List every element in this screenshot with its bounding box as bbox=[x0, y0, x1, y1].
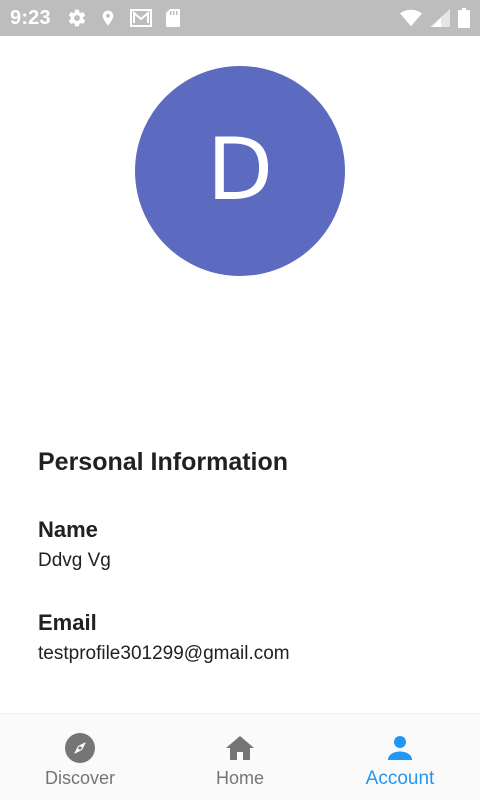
email-value: testprofile301299@gmail.com bbox=[38, 643, 290, 664]
gmail-icon bbox=[129, 8, 153, 28]
nav-label-home: Home bbox=[215, 768, 264, 788]
name-value: Ddvg Vg bbox=[38, 550, 111, 571]
nav-item-discover[interactable]: Discover bbox=[0, 714, 160, 800]
avatar[interactable]: D bbox=[135, 66, 345, 276]
person-icon bbox=[384, 732, 416, 764]
sd-card-icon bbox=[165, 8, 181, 28]
cell-signal-icon bbox=[430, 9, 450, 27]
status-right-icons bbox=[400, 8, 470, 28]
avatar-initial: D bbox=[206, 120, 274, 220]
nav-label-discover: Discover bbox=[44, 768, 115, 788]
location-icon bbox=[99, 8, 117, 28]
home-icon bbox=[224, 732, 256, 764]
name-label: Name bbox=[38, 517, 98, 542]
nav-item-home[interactable]: Home bbox=[160, 714, 320, 800]
nav-item-account[interactable]: Account bbox=[320, 714, 480, 800]
status-left-icons bbox=[67, 8, 181, 28]
compass-icon bbox=[64, 732, 96, 764]
section-title-personal-information: Personal Information bbox=[38, 448, 289, 476]
settings-icon bbox=[67, 8, 87, 28]
wifi-icon bbox=[400, 9, 422, 27]
battery-icon bbox=[458, 8, 470, 28]
bottom-navigation: Discover Home Account bbox=[0, 713, 480, 800]
status-bar: 9:23 bbox=[0, 0, 480, 36]
nav-label-account: Account bbox=[365, 768, 435, 789]
email-label: Email bbox=[38, 610, 97, 635]
account-screen: 9:23 D Personal Information Name Ddvg Vg… bbox=[0, 0, 480, 800]
status-time: 9:23 bbox=[10, 6, 51, 29]
